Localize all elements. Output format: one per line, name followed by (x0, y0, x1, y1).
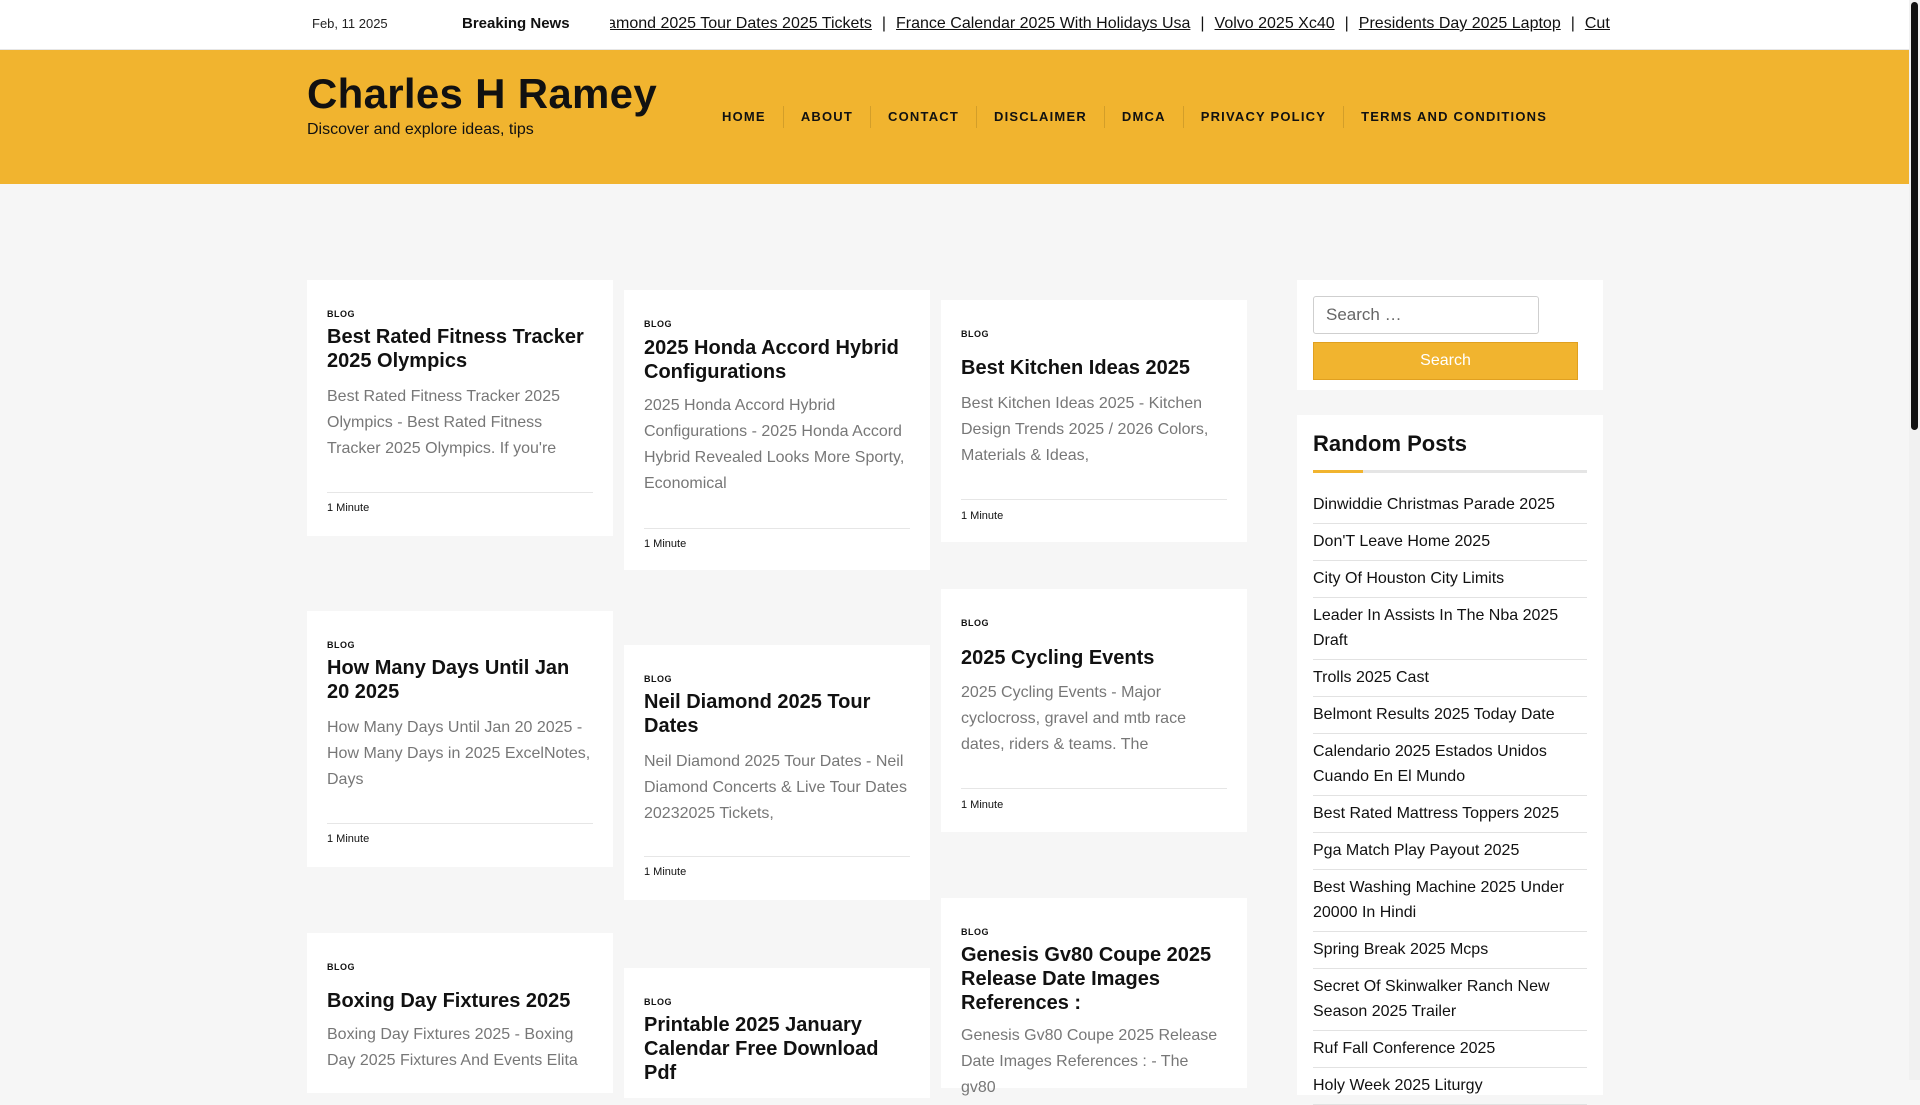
random-post-link[interactable]: Spring Break 2025 Mcps (1313, 932, 1587, 969)
post-divider (961, 788, 1227, 789)
widget-title-accent (1313, 470, 1363, 473)
post-card[interactable]: BLOG Best Rated Fitness Tracker 2025 Oly… (307, 280, 613, 536)
post-category[interactable]: BLOG (644, 319, 672, 329)
nav-disclaimer[interactable]: DISCLAIMER (976, 106, 1104, 128)
post-title[interactable]: Genesis Gv80 Coupe 2025 Release Date Ima… (961, 943, 1227, 1015)
random-post-link[interactable]: Best Rated Mattress Toppers 2025 (1313, 796, 1587, 833)
post-divider (961, 499, 1227, 500)
nav-about[interactable]: ABOUT (782, 106, 870, 128)
post-read-time: 1 Minute (644, 538, 687, 550)
ticker-link[interactable]: Neil Diamond 2025 Tour Dates 2025 Ticket… (610, 15, 872, 32)
post-excerpt: Boxing Day Fixtures 2025 - Boxing Day 20… (327, 1026, 578, 1069)
random-post-link[interactable]: Belmont Results 2025 Today Date (1313, 697, 1587, 734)
post-excerpt: Genesis Gv80 Coupe 2025 Release Date Ima… (961, 1027, 1218, 1096)
random-post-link[interactable]: City Of Houston City Limits (1313, 561, 1587, 598)
random-posts-title: Random Posts (1313, 431, 1468, 456)
page-scrollbar[interactable] (1909, 0, 1920, 1080)
breaking-news-ticker: Neil Diamond 2025 Tour Dates 2025 Ticket… (610, 0, 1610, 49)
ticker-link[interactable]: Presidents Day 2025 Laptop (1359, 15, 1561, 32)
nav-dmca[interactable]: DMCA (1103, 106, 1183, 128)
ticker-link[interactable]: Volvo 2025 Xc40 (1215, 15, 1335, 32)
random-post-link[interactable]: Leader In Assists In The Nba 2025 Draft (1313, 598, 1587, 660)
post-category[interactable]: BLOG (961, 927, 989, 937)
post-title[interactable]: Boxing Day Fixtures 2025 (327, 989, 593, 1013)
site-header: Charles H Ramey Discover and explore ide… (0, 50, 1909, 184)
post-read-time: 1 Minute (961, 799, 1004, 811)
post-excerpt: Neil Diamond 2025 Tour Dates - Neil Diam… (644, 753, 907, 822)
post-category[interactable]: BLOG (961, 618, 989, 628)
ticker-separator: | (881, 15, 887, 32)
random-post-link[interactable]: Pga Match Play Payout 2025 (1313, 833, 1587, 870)
scrollbar-thumb[interactable] (1911, 2, 1918, 430)
post-title[interactable]: 2025 Honda Accord Hybrid Configurations (644, 336, 910, 384)
site-title[interactable]: Charles H Ramey (307, 70, 657, 118)
post-excerpt: 2025 Cycling Events - Major cyclocross, … (961, 684, 1186, 753)
ticker-link[interactable]: Cute June 2025 Calendars (1585, 15, 1610, 32)
post-excerpt: Best Rated Fitness Tracker 2025 Olympics… (327, 388, 560, 457)
post-title[interactable]: Printable 2025 January Calendar Free Dow… (644, 1013, 910, 1085)
nav-home[interactable]: HOME (705, 106, 783, 128)
ticker-link[interactable]: France Calendar 2025 With Holidays Usa (896, 15, 1190, 32)
search-input[interactable] (1313, 296, 1539, 334)
post-card[interactable]: BLOG Boxing Day Fixtures 2025 Boxing Day… (307, 933, 613, 1093)
nav-contact[interactable]: CONTACT (870, 106, 976, 128)
post-read-time: 1 Minute (327, 502, 370, 514)
ticker-track: Neil Diamond 2025 Tour Dates 2025 Ticket… (610, 15, 1610, 33)
random-post-link[interactable]: Ruf Fall Conference 2025 (1313, 1031, 1587, 1068)
post-title[interactable]: How Many Days Until Jan 20 2025 (327, 656, 593, 704)
breaking-news-label: Breaking News (462, 15, 570, 32)
post-category[interactable]: BLOG (327, 309, 355, 319)
post-divider (327, 823, 593, 824)
site-tagline: Discover and explore ideas, tips (307, 121, 534, 138)
search-widget: Search (1297, 280, 1603, 390)
post-card[interactable]: BLOG Neil Diamond 2025 Tour Dates Neil D… (624, 645, 930, 900)
random-post-link[interactable]: Secret Of Skinwalker Ranch New Season 20… (1313, 969, 1587, 1031)
post-card[interactable]: BLOG 2025 Cycling Events 2025 Cycling Ev… (941, 589, 1247, 832)
random-posts-list: Dinwiddie Christmas Parade 2025 Don'T Le… (1313, 487, 1587, 1105)
search-button[interactable]: Search (1313, 342, 1578, 380)
post-category[interactable]: BLOG (327, 962, 355, 972)
post-card[interactable]: BLOG Best Kitchen Ideas 2025 Best Kitche… (941, 300, 1247, 542)
post-card[interactable]: BLOG 2025 Honda Accord Hybrid Configurat… (624, 290, 930, 570)
post-divider (327, 492, 593, 493)
post-excerpt: How Many Days Until Jan 20 2025 - How Ma… (327, 719, 591, 788)
post-title[interactable]: Best Kitchen Ideas 2025 (961, 356, 1227, 380)
main-navigation: HOME ABOUT CONTACT DISCLAIMER DMCA PRIVA… (705, 106, 1564, 128)
post-category[interactable]: BLOG (644, 997, 672, 1007)
post-excerpt: 2025 Honda Accord Hybrid Configurations … (644, 397, 905, 492)
post-card[interactable]: BLOG How Many Days Until Jan 20 2025 How… (307, 611, 613, 867)
top-bar: Feb, 11 2025 Breaking News Neil Diamond … (0, 0, 1909, 50)
random-posts-widget: Random Posts Dinwiddie Christmas Parade … (1297, 415, 1603, 1105)
post-title[interactable]: Neil Diamond 2025 Tour Dates (644, 690, 910, 738)
post-read-time: 1 Minute (961, 510, 1004, 522)
post-read-time: 1 Minute (644, 866, 687, 878)
post-excerpt: Best Kitchen Ideas 2025 - Kitchen Design… (961, 395, 1209, 464)
ticker-separator: | (1200, 15, 1205, 32)
random-post-link[interactable]: Dinwiddie Christmas Parade 2025 (1313, 487, 1587, 524)
random-post-link[interactable]: Best Washing Machine 2025 Under 20000 In… (1313, 870, 1587, 932)
ticker-separator: | (1570, 15, 1575, 32)
ticker-separator: | (1344, 15, 1349, 32)
post-title[interactable]: Best Rated Fitness Tracker 2025 Olympics (327, 325, 593, 373)
post-title[interactable]: 2025 Cycling Events (961, 646, 1227, 670)
post-card[interactable]: BLOG Genesis Gv80 Coupe 2025 Release Dat… (941, 898, 1247, 1096)
nav-privacy-policy[interactable]: PRIVACY POLICY (1182, 106, 1343, 128)
random-post-link[interactable]: Don'T Leave Home 2025 (1313, 524, 1587, 561)
random-post-link[interactable]: Holy Week 2025 Liturgy (1313, 1068, 1587, 1105)
current-date: Feb, 11 2025 (312, 16, 388, 31)
post-category[interactable]: BLOG (327, 640, 355, 650)
random-post-link[interactable]: Calendario 2025 Estados Unidos Cuando En… (1313, 734, 1587, 796)
post-divider (644, 528, 910, 529)
nav-terms-and-conditions[interactable]: TERMS AND CONDITIONS (1343, 106, 1564, 128)
post-category[interactable]: BLOG (644, 674, 672, 684)
post-divider (644, 856, 910, 857)
post-read-time: 1 Minute (327, 833, 370, 845)
random-post-link[interactable]: Trolls 2025 Cast (1313, 660, 1587, 697)
post-category[interactable]: BLOG (961, 329, 989, 339)
post-card[interactable]: BLOG Printable 2025 January Calendar Fre… (624, 968, 930, 1098)
